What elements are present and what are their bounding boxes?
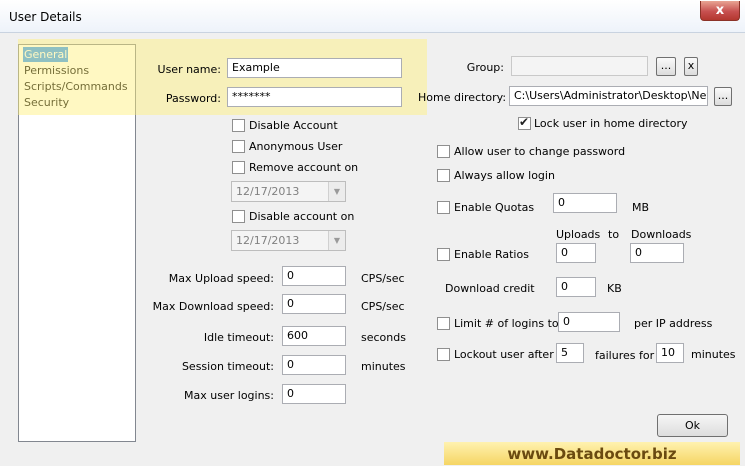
limit-logins-input[interactable]: 0 bbox=[558, 312, 620, 332]
username-input[interactable]: Example bbox=[227, 58, 402, 78]
username-label: User name: bbox=[157, 63, 221, 76]
max-user-logins-label: Max user logins: bbox=[184, 389, 274, 402]
enable-quotas-label: Enable Quotas bbox=[454, 201, 535, 214]
group-clear-button[interactable]: x bbox=[684, 57, 698, 76]
max-download-speed-input[interactable]: 0 bbox=[282, 294, 346, 314]
idle-timeout-unit: seconds bbox=[361, 331, 406, 344]
disable-account-label: Disable Account bbox=[249, 119, 338, 132]
ratio-to-label: to bbox=[608, 228, 620, 241]
group-input[interactable] bbox=[511, 56, 648, 76]
close-button[interactable]: x bbox=[700, 1, 740, 21]
remove-account-on-label: Remove account on bbox=[249, 161, 359, 174]
home-directory-label: Home directory: bbox=[418, 91, 507, 104]
lock-home-directory-label: Lock user in home directory bbox=[534, 117, 688, 130]
password-label: Password: bbox=[165, 92, 221, 105]
limit-logins-checkbox[interactable] bbox=[437, 317, 450, 330]
anonymous-user-checkbox[interactable] bbox=[232, 140, 245, 153]
disable-account-on-label: Disable account on bbox=[249, 210, 355, 223]
quota-unit: MB bbox=[632, 201, 650, 214]
chevron-down-icon[interactable]: ▼ bbox=[328, 182, 345, 201]
failures-for-label: failures for bbox=[595, 349, 655, 362]
close-icon: x bbox=[715, 3, 725, 18]
lockout-failures-input[interactable]: 5 bbox=[556, 343, 584, 363]
enable-quotas-checkbox[interactable] bbox=[437, 201, 450, 214]
max-download-speed-label: Max Download speed: bbox=[152, 300, 274, 313]
session-timeout-unit: minutes bbox=[361, 360, 406, 373]
enable-ratios-checkbox[interactable] bbox=[437, 248, 450, 261]
quota-input[interactable]: 0 bbox=[553, 193, 617, 213]
downloads-header: Downloads bbox=[631, 228, 692, 241]
anonymous-user-label: Anonymous User bbox=[249, 140, 343, 153]
group-browse-button[interactable]: ... bbox=[656, 57, 676, 76]
lockout-user-label: Lockout user after bbox=[454, 348, 554, 361]
remove-account-on-checkbox[interactable] bbox=[232, 161, 245, 174]
title-bar: User Details x bbox=[0, 0, 745, 33]
remove-account-date-picker[interactable]: 12/17/2013 ▼ bbox=[231, 181, 346, 202]
brand-banner: www.Datadoctor.biz bbox=[444, 442, 740, 465]
ratio-uploads-input[interactable]: 0 bbox=[556, 243, 596, 263]
chevron-down-icon[interactable]: ▼ bbox=[328, 231, 345, 250]
window-title: User Details bbox=[9, 10, 82, 24]
max-download-speed-unit: CPS/sec bbox=[361, 300, 405, 313]
max-upload-speed-input[interactable]: 0 bbox=[282, 266, 346, 286]
disable-account-on-checkbox[interactable] bbox=[232, 210, 245, 223]
uploads-header: Uploads bbox=[556, 228, 601, 241]
idle-timeout-label: Idle timeout: bbox=[203, 331, 274, 344]
ok-button[interactable]: Ok bbox=[657, 414, 728, 437]
session-timeout-label: Session timeout: bbox=[181, 360, 274, 373]
lockout-user-checkbox[interactable] bbox=[437, 348, 450, 361]
lockout-minutes-label: minutes bbox=[691, 348, 736, 361]
max-upload-speed-unit: CPS/sec bbox=[361, 272, 405, 285]
session-timeout-input[interactable]: 0 bbox=[282, 355, 346, 375]
group-label: Group: bbox=[466, 61, 504, 74]
disable-account-date: 12/17/2013 bbox=[236, 234, 300, 247]
always-allow-login-checkbox[interactable] bbox=[437, 169, 450, 182]
home-directory-input[interactable]: C:\Users\Administrator\Desktop\New fc bbox=[509, 86, 708, 106]
allow-change-password-checkbox[interactable] bbox=[437, 145, 450, 158]
allow-change-password-label: Allow user to change password bbox=[454, 145, 626, 158]
always-allow-login-label: Always allow login bbox=[454, 169, 555, 182]
home-directory-browse-button[interactable]: ... bbox=[714, 87, 732, 106]
idle-timeout-input[interactable]: 600 bbox=[282, 326, 346, 346]
password-input[interactable]: ******* bbox=[227, 87, 402, 107]
lockout-minutes-input[interactable]: 10 bbox=[656, 343, 684, 363]
max-upload-speed-label: Max Upload speed: bbox=[168, 272, 274, 285]
max-user-logins-input[interactable]: 0 bbox=[282, 384, 346, 404]
limit-logins-suffix: per IP address bbox=[634, 317, 713, 330]
disable-account-date-picker[interactable]: 12/17/2013 ▼ bbox=[231, 230, 346, 251]
disable-account-checkbox[interactable] bbox=[232, 119, 245, 132]
remove-account-date: 12/17/2013 bbox=[236, 185, 300, 198]
download-credit-unit: KB bbox=[607, 282, 622, 295]
limit-logins-label: Limit # of logins to bbox=[454, 317, 559, 330]
ratio-downloads-input[interactable]: 0 bbox=[630, 243, 684, 263]
download-credit-input[interactable]: 0 bbox=[556, 277, 596, 297]
lock-home-directory-checkbox[interactable] bbox=[518, 115, 531, 130]
download-credit-label: Download credit bbox=[445, 282, 535, 295]
enable-ratios-label: Enable Ratios bbox=[454, 248, 529, 261]
